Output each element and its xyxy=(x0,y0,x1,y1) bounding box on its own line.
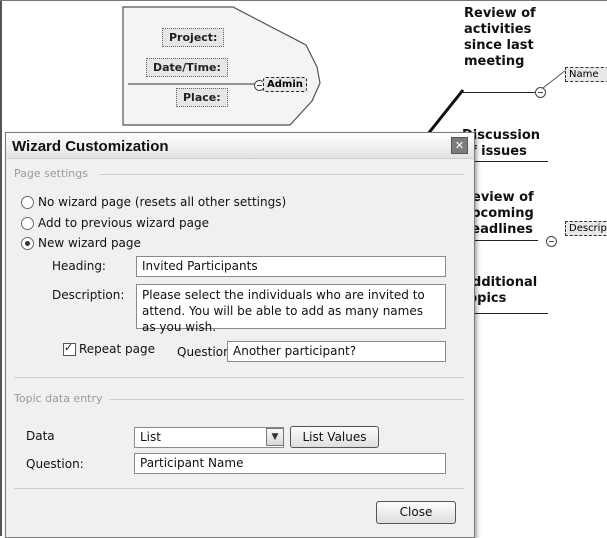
topic-data-section-label: Topic data entry xyxy=(14,392,103,405)
data-label: Data xyxy=(26,429,55,443)
radio-button-selected[interactable] xyxy=(21,236,34,250)
description-chip[interactable]: Descrip xyxy=(565,221,607,236)
description-field[interactable]: Please select the individuals who are in… xyxy=(136,284,446,334)
collapse-toggle[interactable] xyxy=(546,236,557,247)
place-label: Place: xyxy=(176,88,228,107)
repeat-question-field[interactable]: Another participant? xyxy=(227,341,446,362)
heading-field[interactable]: Invited Participants xyxy=(136,256,446,277)
dialog-title: Wizard Customization xyxy=(12,138,169,155)
list-values-button[interactable]: List Values xyxy=(290,426,379,448)
participant-question-field[interactable]: Participant Name xyxy=(134,453,446,474)
question-label: Question: xyxy=(26,457,84,471)
section-divider xyxy=(109,399,464,400)
project-label: Project: xyxy=(162,28,225,47)
radio-button[interactable] xyxy=(21,195,34,209)
radio-button[interactable] xyxy=(21,216,34,230)
title-bar[interactable]: Wizard Customization ✕ xyxy=(6,133,474,159)
topic-underline xyxy=(460,92,535,93)
repeat-page-checkbox[interactable] xyxy=(63,341,76,356)
radio-label: Add to previous wizard page xyxy=(38,216,209,230)
description-label: Description: xyxy=(52,288,125,302)
wizard-customization-dialog: Wizard Customization ✕ Page settings No … xyxy=(5,132,475,538)
close-button[interactable]: Close xyxy=(376,501,456,524)
heading-label: Heading: xyxy=(52,259,106,273)
chevron-down-icon[interactable]: ▼ xyxy=(266,428,284,446)
collapse-toggle[interactable] xyxy=(535,87,546,98)
datetime-label: Date/Time: xyxy=(146,58,228,77)
radio-label: No wizard page (resets all other setting… xyxy=(38,195,287,209)
section-divider xyxy=(14,488,464,489)
section-divider xyxy=(14,377,464,378)
radio-new-wizard-page[interactable]: New wizard page xyxy=(21,235,141,251)
radio-add-previous-page[interactable]: Add to previous wizard page xyxy=(21,215,209,231)
repeat-page-label: Repeat page xyxy=(79,342,156,356)
radio-label: New wizard page xyxy=(38,236,141,250)
topic-review-activities[interactable]: Review of activities since last meeting xyxy=(464,6,536,70)
close-icon[interactable]: ✕ xyxy=(451,137,468,154)
radio-no-wizard-page[interactable]: No wizard page (resets all other setting… xyxy=(21,194,286,210)
admin-topic[interactable]: Admin xyxy=(263,77,307,92)
name-chip[interactable]: Name xyxy=(565,67,607,82)
data-select[interactable]: List xyxy=(134,427,284,448)
section-divider xyxy=(99,174,464,175)
page-settings-section-label: Page settings xyxy=(14,167,88,180)
